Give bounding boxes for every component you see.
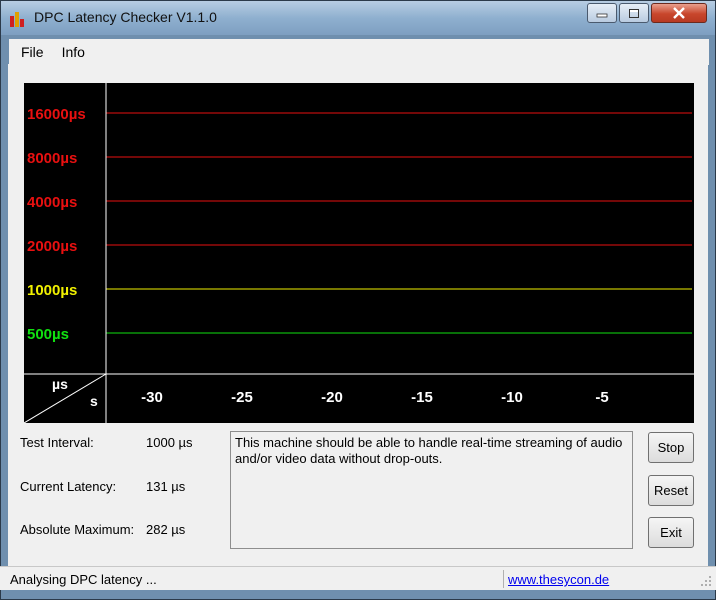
current-latency-label: Current Latency:: [20, 479, 117, 494]
reset-button[interactable]: Reset: [648, 475, 694, 506]
test-interval-label: Test Interval:: [20, 435, 94, 450]
y-tick-label: 2000µs: [27, 238, 77, 255]
corner-bottom-label: s: [90, 393, 98, 409]
menu-info[interactable]: Info: [56, 44, 91, 60]
minimize-button[interactable]: [587, 3, 617, 23]
resize-grip-icon[interactable]: [700, 575, 712, 587]
website-link[interactable]: www.thesycon.de: [508, 572, 609, 587]
current-latency-value: 131 µs: [146, 479, 186, 494]
x-tick-label: -20: [321, 389, 343, 406]
close-icon: [673, 7, 685, 19]
x-tick-label: -30: [141, 389, 163, 406]
absolute-maximum-label: Absolute Maximum:: [20, 522, 135, 537]
title-bar[interactable]: DPC Latency Checker V1.1.0: [1, 1, 715, 35]
y-tick-label: 4000µs: [27, 194, 77, 211]
status-bar: Analysing DPC latency ... www.thesycon.d…: [0, 566, 716, 590]
y-tick-label: 16000µs: [27, 106, 86, 123]
maximize-icon: [629, 8, 639, 18]
menu-bar: File Info: [9, 39, 709, 65]
latency-chart: 16000µs 8000µs 4000µs 2000µs 1000µs 500µs µs s -…: [24, 83, 694, 423]
latency-chart-svg: 16000µs 8000µs 4000µs 2000µs 1000µs 500µs µs s -…: [24, 83, 694, 423]
menu-file[interactable]: File: [15, 44, 50, 60]
x-tick-label: -5: [595, 389, 608, 406]
minimize-icon: [596, 13, 608, 18]
stop-button[interactable]: Stop: [648, 432, 694, 463]
x-tick-label: -25: [231, 389, 253, 406]
y-tick-label: 8000µs: [27, 150, 77, 167]
maximize-button[interactable]: [619, 3, 649, 23]
corner-top-label: µs: [52, 376, 68, 392]
status-separator: [503, 570, 504, 588]
test-interval-value: 1000 µs: [146, 435, 193, 450]
status-text: Analysing DPC latency ...: [10, 572, 157, 587]
exit-button[interactable]: Exit: [648, 517, 694, 548]
x-tick-label: -10: [501, 389, 523, 406]
y-tick-label: 1000µs: [27, 282, 77, 299]
window-title: DPC Latency Checker V1.1.0: [34, 9, 217, 25]
x-tick-label: -15: [411, 389, 433, 406]
close-button[interactable]: [651, 3, 707, 23]
y-tick-label: 500µs: [27, 326, 69, 343]
absolute-maximum-value: 282 µs: [146, 522, 186, 537]
app-icon: [10, 12, 24, 27]
status-message: This machine should be able to handle re…: [230, 431, 633, 549]
